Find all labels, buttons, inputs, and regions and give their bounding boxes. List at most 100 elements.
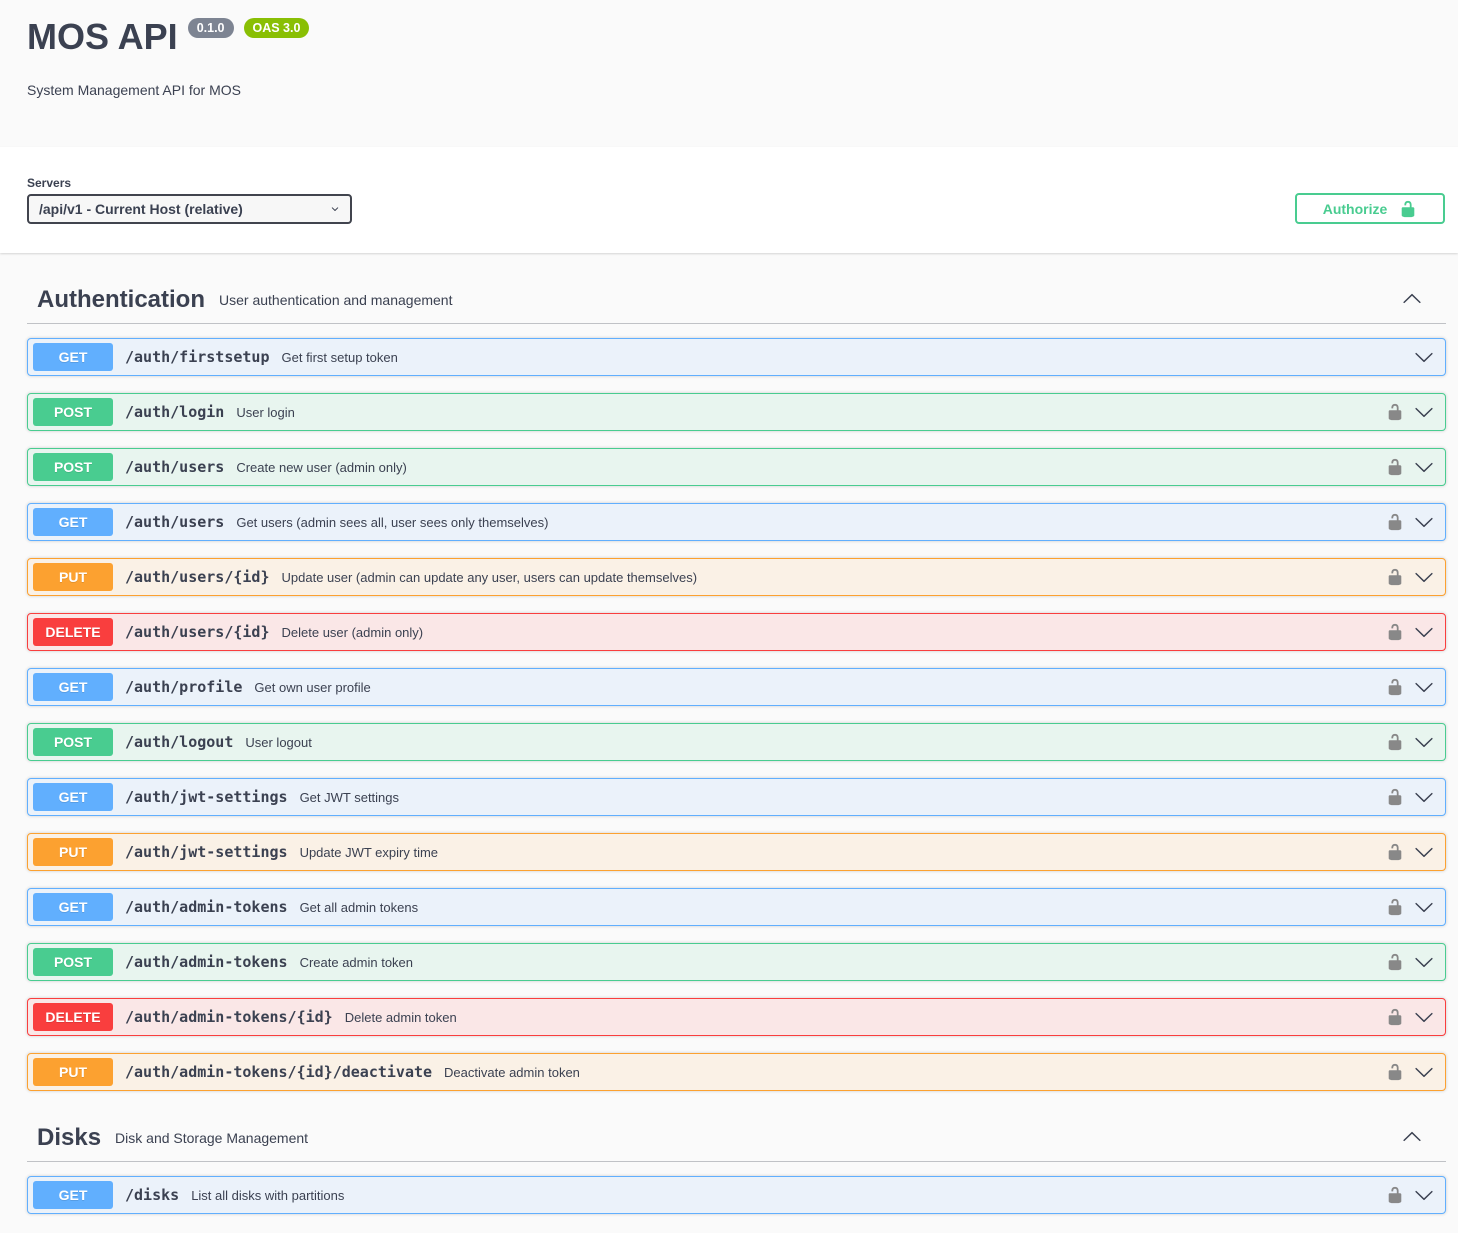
expand-operation-button[interactable] [1414,567,1434,587]
operation-row[interactable]: GET /auth/jwt-settings Get JWT settings [27,778,1446,816]
operation-path: /auth/admin-tokens/{id} [125,1008,333,1026]
auth-lock-button[interactable] [1386,568,1404,586]
section-subtitle: User authentication and management [219,292,452,308]
auth-lock-button[interactable] [1386,458,1404,476]
expand-operation-button[interactable] [1414,1007,1434,1027]
auth-lock-button[interactable] [1386,513,1404,531]
unlock-icon [1386,1008,1404,1026]
unlock-icon [1386,953,1404,971]
operation-row[interactable]: DELETE /auth/admin-tokens/{id} Delete ad… [27,998,1446,1036]
unlock-icon [1386,788,1404,806]
operation-summary: Delete admin token [345,1010,457,1025]
method-badge: PUT [33,563,113,591]
auth-lock-button[interactable] [1386,953,1404,971]
chevron-down-icon [1414,897,1434,917]
operation-summary: Get JWT settings [300,790,399,805]
operation-path: /auth/users [125,513,224,531]
auth-lock-button[interactable] [1386,678,1404,696]
operation-controls [1386,402,1440,422]
unlock-icon [1386,1063,1404,1081]
operation-row[interactable]: PUT /auth/admin-tokens/{id}/deactivate D… [27,1053,1446,1091]
section-operations: GET /disks List all disks with partition… [27,1176,1446,1214]
operation-summary: Deactivate admin token [444,1065,580,1080]
oas-badge: OAS 3.0 [244,18,310,38]
expand-operation-button[interactable] [1414,1062,1434,1082]
chevron-down-icon [1414,677,1434,697]
operation-path: /auth/logout [125,733,233,751]
operation-path: /auth/users/{id} [125,568,270,586]
operation-row[interactable]: POST /auth/users Create new user (admin … [27,448,1446,486]
collapse-section-button[interactable] [1398,1127,1426,1150]
operation-row[interactable]: PUT /auth/jwt-settings Update JWT expiry… [27,833,1446,871]
operation-summary: Get users (admin sees all, user sees onl… [236,515,548,530]
operation-row[interactable]: POST /auth/logout User logout [27,723,1446,761]
unlock-icon [1386,843,1404,861]
scheme-container: Servers /api/v1 - Current Host (relative… [0,147,1458,253]
expand-operation-button[interactable] [1414,897,1434,917]
chevron-down-icon [1414,457,1434,477]
section-header[interactable]: Disks Disk and Storage Management [27,1115,1446,1162]
auth-lock-button[interactable] [1386,1063,1404,1081]
expand-operation-button[interactable] [1414,842,1434,862]
chevron-down-icon [1414,402,1434,422]
auth-lock-button[interactable] [1386,1186,1404,1204]
auth-lock-button[interactable] [1386,898,1404,916]
operation-row[interactable]: DELETE /auth/users/{id} Delete user (adm… [27,613,1446,651]
auth-lock-button[interactable] [1386,403,1404,421]
operation-controls [1386,512,1440,532]
servers-select[interactable]: /api/v1 - Current Host (relative) [27,194,352,224]
operation-row[interactable]: GET /auth/users Get users (admin sees al… [27,503,1446,541]
expand-operation-button[interactable] [1414,347,1434,367]
auth-lock-button[interactable] [1386,1008,1404,1026]
auth-lock-button[interactable] [1386,623,1404,641]
collapse-section-button[interactable] [1398,289,1426,312]
operation-controls [1386,1185,1440,1205]
expand-operation-button[interactable] [1414,622,1434,642]
expand-operation-button[interactable] [1414,512,1434,532]
method-badge: POST [33,728,113,756]
method-badge: GET [33,508,113,536]
method-badge: PUT [33,838,113,866]
chevron-down-icon [1414,512,1434,532]
section-title: Authentication [37,285,205,315]
operation-summary: Update user (admin can update any user, … [282,570,698,585]
chevron-down-icon [1414,732,1434,752]
expand-operation-button[interactable] [1414,677,1434,697]
chevron-up-icon [1402,289,1422,309]
operation-path: /auth/users [125,458,224,476]
auth-lock-button[interactable] [1386,788,1404,806]
expand-operation-button[interactable] [1414,952,1434,972]
chevron-down-icon [1414,842,1434,862]
operation-row[interactable]: GET /auth/firstsetup Get first setup tok… [27,338,1446,376]
authorize-button[interactable]: Authorize [1295,193,1445,224]
operation-summary: User logout [245,735,311,750]
auth-lock-button[interactable] [1386,843,1404,861]
operation-path: /auth/admin-tokens/{id}/deactivate [125,1063,432,1081]
operation-row[interactable]: POST /auth/admin-tokens Create admin tok… [27,943,1446,981]
chevron-up-icon [1402,1127,1422,1147]
operation-row[interactable]: GET /disks List all disks with partition… [27,1176,1446,1214]
auth-lock-button[interactable] [1386,733,1404,751]
expand-operation-button[interactable] [1414,457,1434,477]
api-description: System Management API for MOS [27,82,1431,98]
expand-operation-button[interactable] [1414,1185,1434,1205]
operation-row[interactable]: GET /auth/admin-tokens Get all admin tok… [27,888,1446,926]
operation-summary: Delete user (admin only) [282,625,424,640]
unlock-icon [1386,678,1404,696]
operation-summary: Create admin token [300,955,413,970]
chevron-down-icon [1414,1062,1434,1082]
expand-operation-button[interactable] [1414,732,1434,752]
operation-path: /auth/profile [125,678,242,696]
operation-summary: List all disks with partitions [191,1188,344,1203]
operation-row[interactable]: PUT /auth/users/{id} Update user (admin … [27,558,1446,596]
operation-controls [1386,347,1440,367]
section-title: Disks [37,1123,101,1153]
operation-row[interactable]: GET /auth/profile Get own user profile [27,668,1446,706]
method-badge: GET [33,783,113,811]
section-header[interactable]: Authentication User authentication and m… [27,277,1446,324]
expand-operation-button[interactable] [1414,402,1434,422]
operation-summary: User login [236,405,295,420]
operation-row[interactable]: POST /auth/login User login [27,393,1446,431]
expand-operation-button[interactable] [1414,787,1434,807]
operation-path: /disks [125,1186,179,1204]
